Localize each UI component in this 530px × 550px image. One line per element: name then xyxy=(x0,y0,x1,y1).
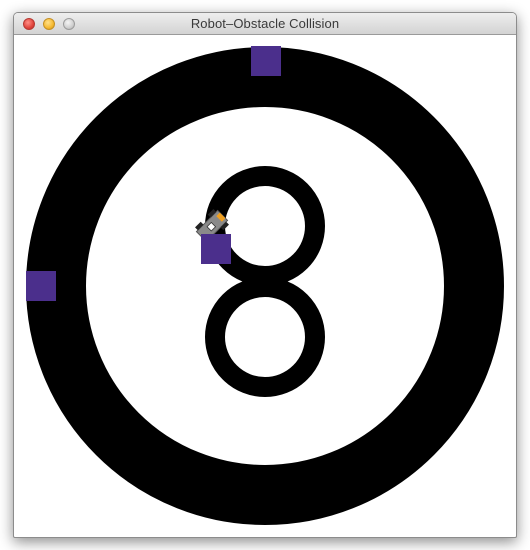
obstacle-left[interactable] xyxy=(26,271,56,301)
app-window: Robot–Obstacle Collision xyxy=(13,12,517,538)
title-bar[interactable]: Robot–Obstacle Collision xyxy=(14,13,516,35)
obstacle-top[interactable] xyxy=(251,46,281,76)
obstacle-colliding[interactable] xyxy=(201,234,231,264)
window-title: Robot–Obstacle Collision xyxy=(190,16,340,31)
figure-eight-lower-loop xyxy=(205,277,325,397)
simulation-canvas xyxy=(26,46,504,525)
